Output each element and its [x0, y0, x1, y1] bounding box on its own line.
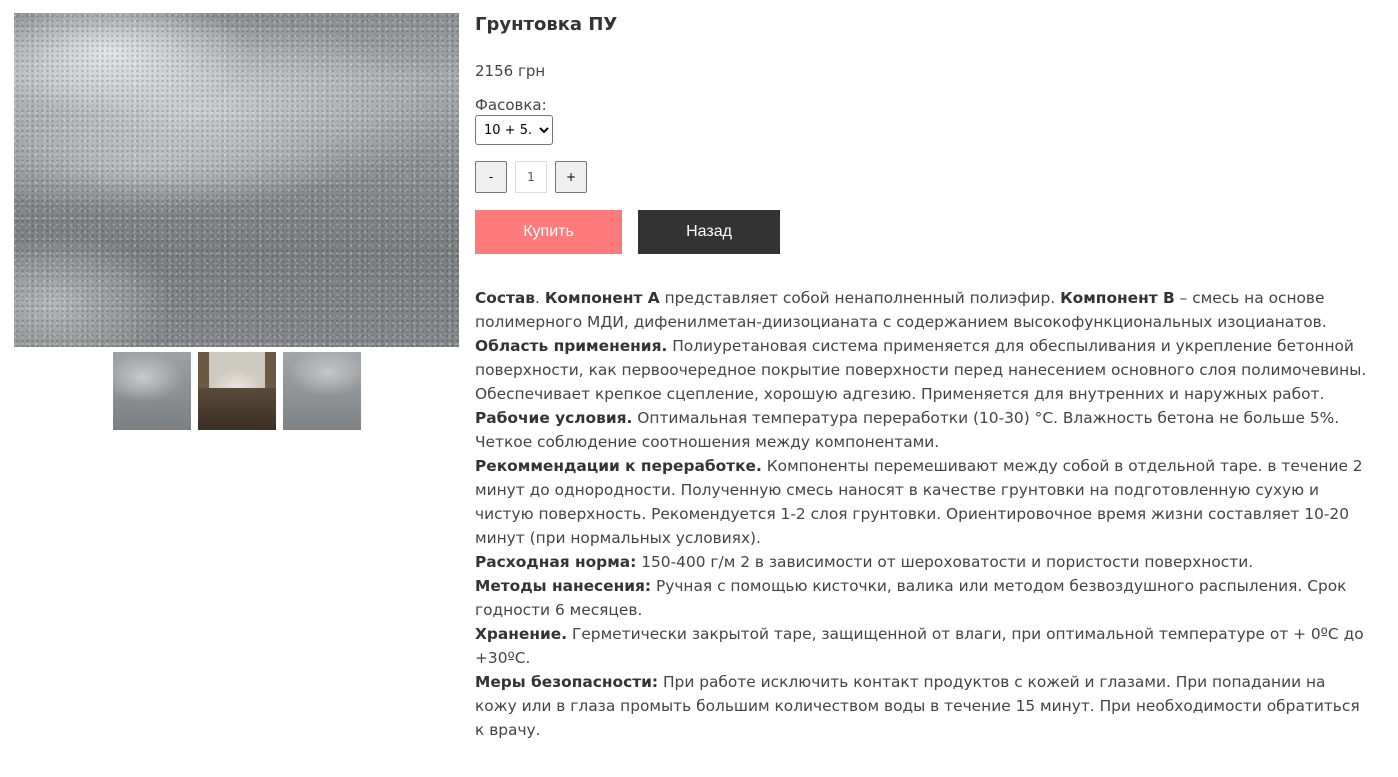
- main-product-photo[interactable]: [14, 13, 459, 347]
- thumbnail-strip: [113, 352, 459, 430]
- desc-paragraph: Расходная норма: 150-400 г/м 2 в зависим…: [475, 550, 1370, 574]
- desc-heading: Рабочие условия.: [475, 409, 633, 427]
- desc-paragraph: Меры безопасности: При работе исключить …: [475, 670, 1370, 742]
- thumbnail-1[interactable]: [113, 352, 191, 430]
- desc-heading: Компонент А: [544, 289, 660, 307]
- quantity-stepper: - +: [475, 161, 1375, 193]
- desc-heading: Меры безопасности:: [475, 673, 659, 691]
- desc-text: Герметически закрытой таре, защищенной о…: [475, 625, 1364, 667]
- desc-heading: Состав: [475, 289, 536, 307]
- desc-heading: Рекоммендации к переработке.: [475, 457, 762, 475]
- desc-heading: Методы нанесения:: [475, 577, 652, 595]
- qty-plus-button[interactable]: +: [555, 161, 587, 193]
- thumbnail-2[interactable]: [198, 352, 276, 430]
- desc-paragraph: Рекоммендации к переработке. Компоненты …: [475, 454, 1370, 550]
- desc-paragraph: Состав. Компонент А представляет собой н…: [475, 286, 1370, 334]
- desc-heading: Компонент В: [1060, 289, 1175, 307]
- desc-text: представляет собой ненаполненный полиэфи…: [659, 289, 1061, 307]
- product-title: Грунтовка ПУ: [475, 14, 618, 35]
- desc-heading: Хранение.: [475, 625, 568, 643]
- desc-paragraph: Методы нанесения: Ручная с помощью кисто…: [475, 574, 1370, 622]
- buy-button[interactable]: Купить: [475, 210, 622, 254]
- desc-heading: Расходная норма:: [475, 553, 637, 571]
- qty-input[interactable]: [515, 161, 547, 193]
- qty-minus-button[interactable]: -: [475, 161, 507, 193]
- desc-paragraph: Рабочие условия. Оптимальная температура…: [475, 406, 1370, 454]
- pack-select[interactable]: 10 + 5.4: [475, 115, 553, 145]
- desc-text: 150-400 г/м 2 в зависимости от шероховат…: [636, 553, 1254, 571]
- action-buttons: Купить Назад: [475, 210, 1375, 254]
- desc-heading: Область применения.: [475, 337, 668, 355]
- product-description: Состав. Компонент А представляет собой н…: [475, 286, 1370, 742]
- desc-paragraph: Хранение. Герметически закрытой таре, за…: [475, 622, 1370, 670]
- product-gallery: [14, 13, 459, 430]
- product-price: 2156 грн: [475, 62, 546, 80]
- product-info: Грунтовка ПУ 2156 грн Фасовка: 10 + 5.4 …: [475, 13, 1375, 742]
- thumbnail-3[interactable]: [283, 352, 361, 430]
- pack-label: Фасовка:: [475, 96, 547, 114]
- back-button[interactable]: Назад: [638, 210, 780, 254]
- desc-paragraph: Область применения. Полиуретановая систе…: [475, 334, 1370, 406]
- desc-text: .: [535, 289, 545, 307]
